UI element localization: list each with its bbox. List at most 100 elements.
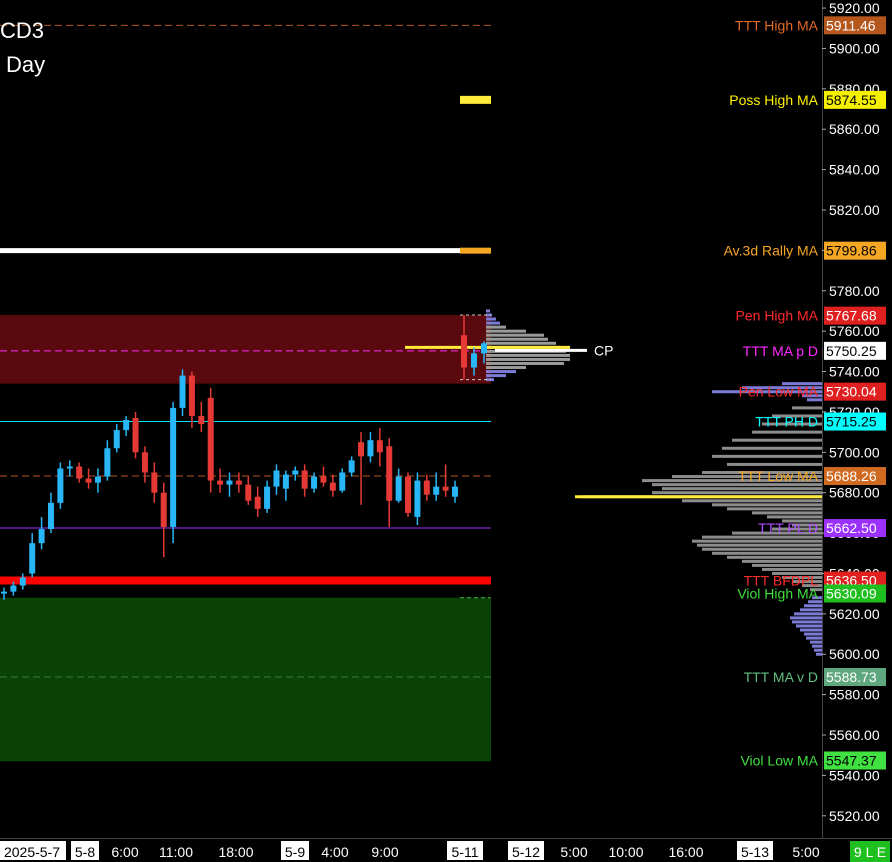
profile-large-bar [722, 446, 822, 450]
candle-body [207, 397, 214, 481]
candle-body [151, 472, 158, 493]
level-value-text: 5874.55 [826, 92, 877, 108]
y-tick-label: 5580.00 [829, 687, 880, 703]
profile-large-bar [732, 438, 822, 442]
profile-large-bar [804, 604, 822, 608]
y-tick-label: 5680.00 [829, 485, 880, 501]
candle-body [19, 577, 26, 586]
candle-body [481, 343, 487, 354]
level-label: TTT MA p D [743, 343, 818, 359]
profile-small-bar [486, 309, 490, 313]
profile-small-bar [486, 353, 570, 357]
profile-small-bar [486, 366, 526, 370]
x-tick-label: 16:00 [668, 844, 703, 860]
x-tick-label: 9:00 [371, 844, 398, 860]
level-value-text: 5547.37 [826, 753, 877, 769]
candle-body [348, 460, 355, 473]
profile-large-bar [702, 547, 822, 551]
candle-body [339, 472, 346, 491]
candle-body [442, 486, 449, 491]
candle-body [254, 496, 261, 509]
candle-body [433, 486, 440, 495]
profile-large-bar [712, 454, 822, 458]
candle-body [226, 480, 233, 485]
x-tick-label: 18:00 [218, 844, 253, 860]
profile-large-bar [702, 535, 822, 539]
y-tick-label: 5740.00 [829, 364, 880, 380]
profile-large-bar [792, 620, 822, 624]
y-tick-label: 5920.00 [829, 0, 880, 16]
candle-body [104, 448, 111, 477]
profile-large-bar [712, 503, 822, 507]
x-tick-label: 5:00 [560, 844, 587, 860]
level-label: TTT MA v D [744, 669, 818, 685]
candle-body [452, 486, 458, 497]
candle-body [301, 470, 308, 489]
profile-small-bar [486, 325, 506, 329]
profile-large-bar [697, 543, 822, 547]
profile-large-bar [762, 567, 822, 571]
profile-small-bar [486, 329, 526, 333]
level-label: TTT Low MA [738, 468, 819, 484]
level-label: Viol Low MA [740, 753, 818, 769]
candle-body [329, 482, 336, 491]
x-tick-label: 5-11 [452, 844, 479, 860]
level-value-text: 5750.25 [826, 343, 877, 359]
chart-title-line-2: Day [6, 52, 46, 77]
profile-large-bar [816, 652, 822, 656]
corner-badge-text: 9 L E [854, 844, 886, 860]
candle-body [29, 543, 36, 574]
profile-large-bar [727, 555, 822, 559]
y-tick-label: 5860.00 [829, 121, 880, 137]
profile-large-bar [806, 636, 822, 640]
candle-body [188, 375, 195, 416]
candle-body [160, 492, 167, 528]
candle-body [273, 470, 280, 487]
candle-body [94, 476, 101, 483]
y-tick-label: 5700.00 [829, 444, 880, 460]
x-tick-label: 4:00 [321, 844, 348, 860]
candle-body [132, 417, 139, 453]
candle-body [10, 585, 17, 592]
profile-large-bar [727, 462, 822, 466]
level-label: Poss High MA [729, 92, 818, 108]
candle-body [217, 480, 224, 485]
level-value-text: 5767.68 [826, 308, 877, 324]
candle-body [405, 476, 412, 513]
profile-large-bar [810, 640, 822, 644]
chart-title-line-1: CD3 [0, 18, 45, 43]
profile-small-bar [486, 341, 556, 345]
candle-body [423, 480, 430, 495]
profile-small-bar [486, 361, 564, 365]
candle-body [141, 452, 148, 473]
candle-body [282, 474, 289, 489]
poss-high-marker [460, 95, 491, 104]
candle-body [170, 407, 177, 528]
y-tick-label: 5620.00 [829, 606, 880, 622]
profile-large-bar [752, 511, 822, 515]
profile-large-bar [814, 648, 822, 652]
profile-large-bar [692, 539, 822, 543]
profile-small-bar [486, 357, 570, 361]
profile-large-bar [800, 608, 822, 612]
profile-large-bar [652, 491, 822, 495]
candle-body [47, 502, 54, 530]
profile-small-bar [486, 370, 516, 374]
level-value-text: 5662.50 [826, 520, 877, 536]
profile-small-bar [486, 317, 496, 321]
candle-body [414, 480, 421, 517]
level-label: Av.3d Rally MA [724, 243, 819, 259]
profile-small-bar [486, 374, 506, 378]
profile-large-bar [767, 515, 822, 519]
profile-large-bar [812, 644, 822, 648]
profile-large-bar [662, 487, 822, 491]
profile-small-bar [486, 337, 548, 341]
profile-large-bar [727, 507, 822, 511]
y-tick-label: 5560.00 [829, 727, 880, 743]
price-chart[interactable]: CP 5520.00 5540.00 5560.00 5580.00 5600.00 562… [0, 0, 892, 862]
candle-body [471, 353, 477, 368]
candle-body [179, 375, 186, 408]
x-tick-label: 6:00 [111, 844, 138, 860]
cp-label: CP [594, 342, 613, 358]
level-label: TTT PH D [755, 414, 818, 430]
